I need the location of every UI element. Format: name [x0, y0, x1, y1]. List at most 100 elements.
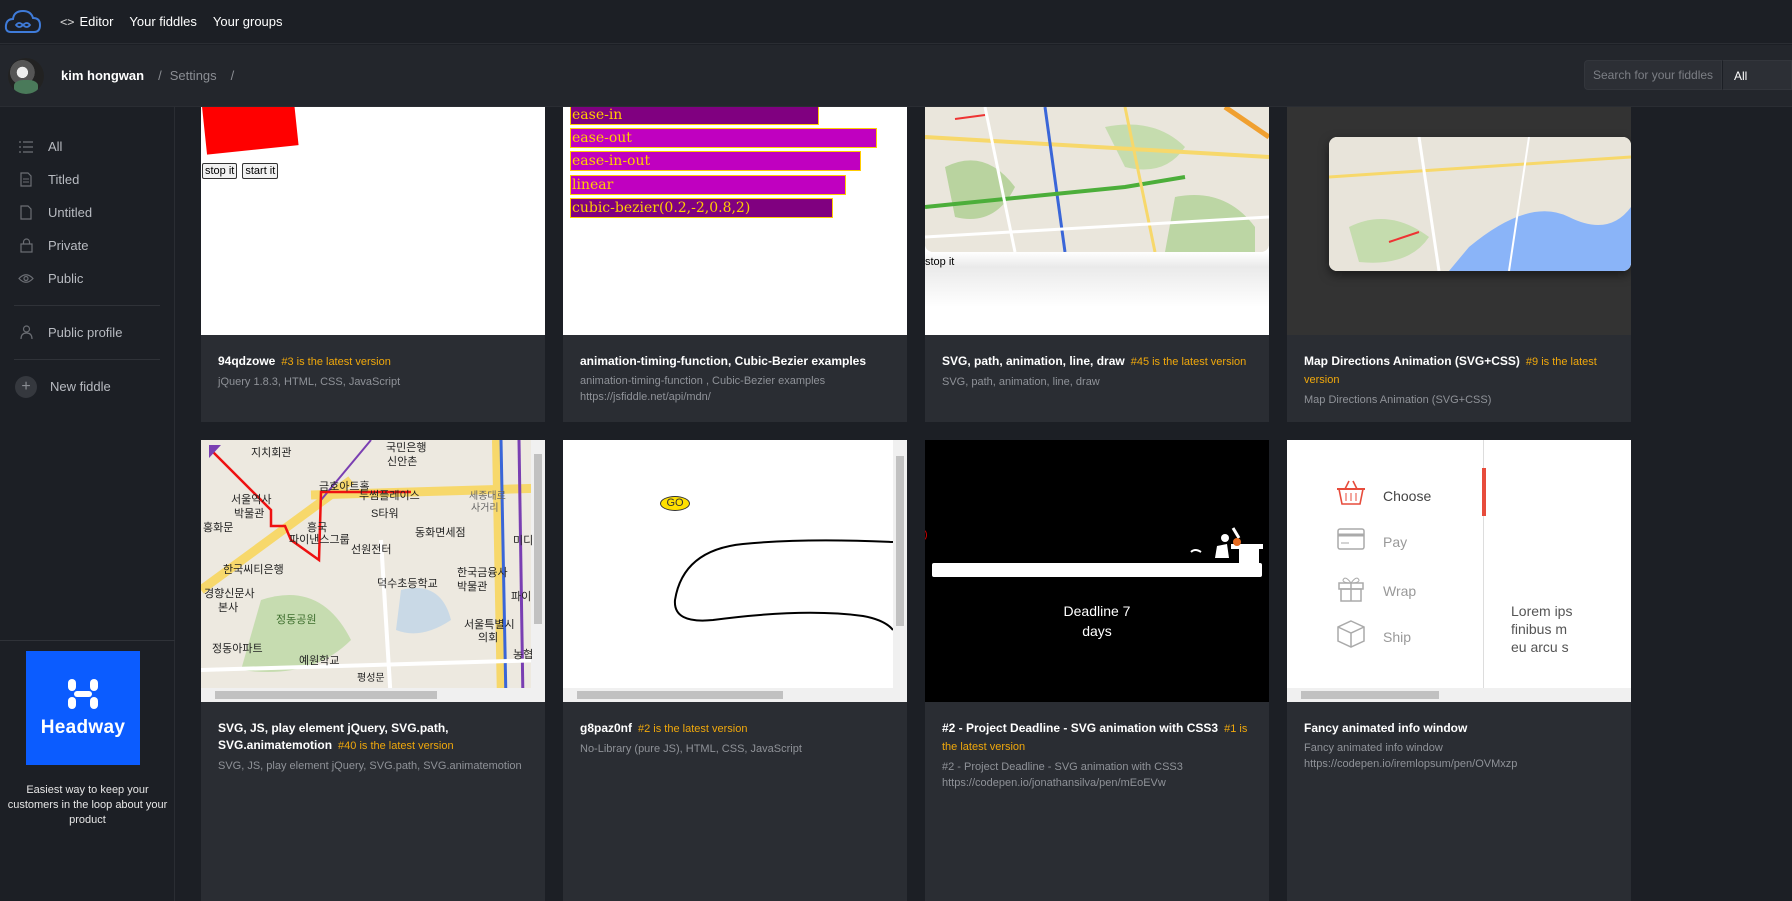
- menu-item-label: Pay: [1383, 533, 1408, 550]
- fiddle-preview[interactable]: ease-in ease-out ease-in-out linear cubi…: [563, 107, 907, 335]
- scrollbar-thumb[interactable]: [896, 456, 904, 626]
- map-label: 파이: [511, 591, 532, 603]
- fiddle-title[interactable]: Fancy animated info window: [1304, 720, 1621, 737]
- fiddle-card[interactable]: Choose Pay Wrap Ship Lorem ips finibus m…: [1287, 440, 1631, 901]
- cloud-infinity-icon[interactable]: [0, 0, 46, 44]
- menu-item-pay[interactable]: Pay: [1337, 528, 1407, 555]
- map-label: S타워: [371, 508, 399, 520]
- fiddle-preview[interactable]: Deadline 7 days: [925, 440, 1269, 702]
- ad-brand: Headway: [40, 717, 126, 738]
- fiddle-title-text: 94qdzowe: [218, 354, 276, 368]
- cubic-bezier-bar: cubic-bezier(0.2,-2,0.8,2): [570, 198, 833, 218]
- gift-icon: [1337, 574, 1365, 607]
- fiddle-meta: 94qdzowe #3 is the latest version jQuery …: [218, 353, 535, 390]
- menu-item-wrap[interactable]: Wrap: [1337, 574, 1416, 607]
- sidebar-item-public[interactable]: Public: [0, 262, 174, 295]
- fiddle-version: #2 is the latest version: [638, 723, 748, 735]
- preview-horizontal-scrollbar[interactable]: [563, 688, 907, 702]
- menu-item-choose[interactable]: Choose: [1337, 480, 1431, 511]
- fiddle-preview[interactable]: 국민은행 신안촌 금호아트홀 두썸플레이스 서울역사 박물관 S타워 홍화문 흥…: [201, 440, 545, 702]
- new-fiddle-button[interactable]: + New fiddle: [0, 370, 174, 403]
- ad-tagline[interactable]: Easiest way to keep your customers in th…: [0, 783, 175, 828]
- map-label: 정동아파트: [212, 643, 263, 655]
- map-label: 본사: [218, 602, 239, 614]
- fiddle-title[interactable]: animation-timing-function, Cubic-Bezier …: [580, 353, 897, 370]
- sidebar-item-all[interactable]: All: [0, 130, 174, 163]
- breadcrumb-separator: /: [158, 68, 162, 83]
- fiddle-meta: SVG, JS, play element jQuery, SVG.path, …: [218, 720, 535, 774]
- breadcrumb-separator: /: [230, 68, 235, 83]
- map-label: 미디: [513, 535, 534, 547]
- deadline-text: Deadline 7 days: [925, 601, 1269, 641]
- linear-bar: linear: [570, 175, 846, 195]
- deadline-line-2: days: [1082, 623, 1112, 639]
- filter-select[interactable]: All: [1722, 60, 1792, 90]
- ease-in-out-bar: ease-in-out: [570, 151, 861, 171]
- ease-out-bar: ease-out: [570, 128, 877, 148]
- deadline-line-1: Deadline 7: [1063, 603, 1131, 619]
- fiddle-title-text: animation-timing-function, Cubic-Bezier …: [580, 354, 867, 368]
- map-label: 신안촌: [387, 456, 418, 468]
- box-icon: [1337, 620, 1365, 653]
- nav-your-groups[interactable]: Your groups: [213, 14, 283, 29]
- map-window-image: [1329, 137, 1631, 271]
- red-ring-shape: [925, 530, 927, 540]
- fiddle-title[interactable]: SVG, JS, play element jQuery, SVG.path, …: [218, 720, 535, 755]
- lorem-text: Lorem ips finibus m eu arcu s: [1511, 602, 1572, 656]
- sidebar-item-untitled[interactable]: Untitled: [0, 196, 174, 229]
- map-label: 파이낸스그룹: [289, 534, 350, 546]
- fiddle-preview[interactable]: [1287, 107, 1631, 335]
- preview-vertical-scrollbar[interactable]: [893, 440, 907, 688]
- headway-ad-banner[interactable]: Headway: [26, 651, 140, 765]
- fiddle-title[interactable]: SVG, path, animation, line, draw #45 is t…: [942, 353, 1259, 371]
- fiddle-meta: g8paz0nf #2 is the latest version No-Libr…: [580, 720, 897, 757]
- fiddle-preview[interactable]: GO: [563, 440, 907, 702]
- fiddle-card[interactable]: ease-in ease-out ease-in-out linear cubi…: [563, 107, 907, 422]
- sidebar-ad: Headway Easiest way to keep your custome…: [0, 640, 175, 901]
- scrollbar-thumb[interactable]: [1301, 691, 1439, 699]
- map-label: 선원전터: [351, 544, 392, 556]
- fiddle-description: SVG, path, animation, line, draw: [942, 376, 1100, 388]
- top-bar: <> Editor Your fiddles Your groups: [0, 0, 1792, 44]
- fiddle-title[interactable]: #2 - Project Deadline - SVG animation wi…: [942, 720, 1259, 756]
- fiddle-card[interactable]: 국민은행 신안촌 금호아트홀 두썸플레이스 서울역사 박물관 S타워 홍화문 흥…: [201, 440, 545, 901]
- fiddle-card[interactable]: Map Directions Animation (SVG+CSS) #9 is …: [1287, 107, 1631, 422]
- fiddle-card[interactable]: stop it SVG, path, animation, line, draw…: [925, 107, 1269, 422]
- nav-your-fiddles-label: Your fiddles: [129, 14, 197, 29]
- fiddle-preview[interactable]: stop it: [925, 107, 1269, 335]
- username[interactable]: kim hongwan: [61, 68, 144, 83]
- fiddle-preview[interactable]: stop it start it: [201, 107, 545, 335]
- sidebar-item-private[interactable]: Private: [0, 229, 174, 262]
- fiddle-description-line: animation-timing-function , Cubic-Bezier…: [580, 375, 826, 387]
- fiddle-title[interactable]: 94qdzowe #3 is the latest version: [218, 353, 535, 371]
- avatar[interactable]: [8, 57, 44, 94]
- list-icon: [18, 139, 34, 155]
- sidebar-item-label: Untitled: [48, 205, 93, 220]
- breadcrumb-settings[interactable]: Settings: [170, 68, 217, 83]
- fiddle-preview[interactable]: Choose Pay Wrap Ship Lorem ips finibus m…: [1287, 440, 1631, 702]
- sidebar-item-titled[interactable]: Titled: [0, 163, 174, 196]
- search-input[interactable]: [1584, 60, 1722, 90]
- fiddle-card[interactable]: stop it start it 94qdzowe #3 is the lates…: [201, 107, 545, 422]
- fiddle-title[interactable]: g8paz0nf #2 is the latest version: [580, 720, 897, 738]
- map-label: 사거리: [471, 503, 499, 514]
- ease-in-bar: ease-in: [570, 107, 819, 125]
- stop-it-label[interactable]: stop it: [925, 256, 954, 268]
- plus-icon: +: [15, 375, 37, 398]
- lorem-line: eu arcu s: [1511, 639, 1569, 655]
- preview-horizontal-scrollbar[interactable]: [1287, 688, 1631, 702]
- fiddle-card[interactable]: GO g8paz0nf #2 is the latest version No-L…: [563, 440, 907, 901]
- map-label: 박물관: [234, 508, 265, 520]
- sidebar-item-public-profile[interactable]: Public profile: [0, 316, 174, 349]
- fiddle-description: Fancy animated info window https://codepe…: [1304, 740, 1621, 772]
- sidebar-item-label: Titled: [48, 172, 80, 187]
- user-icon: [18, 325, 34, 341]
- nav-your-fiddles[interactable]: Your fiddles: [129, 14, 196, 29]
- start-it-button[interactable]: start it: [242, 163, 279, 179]
- nav-editor[interactable]: <> Editor: [60, 14, 113, 29]
- scrollbar-thumb[interactable]: [577, 691, 783, 699]
- fiddle-title[interactable]: Map Directions Animation (SVG+CSS) #9 is …: [1304, 353, 1621, 389]
- menu-item-ship[interactable]: Ship: [1337, 620, 1411, 653]
- stop-it-button[interactable]: stop it: [202, 163, 238, 179]
- fiddle-card[interactable]: Deadline 7 days #2 - Project Deadline - …: [925, 440, 1269, 901]
